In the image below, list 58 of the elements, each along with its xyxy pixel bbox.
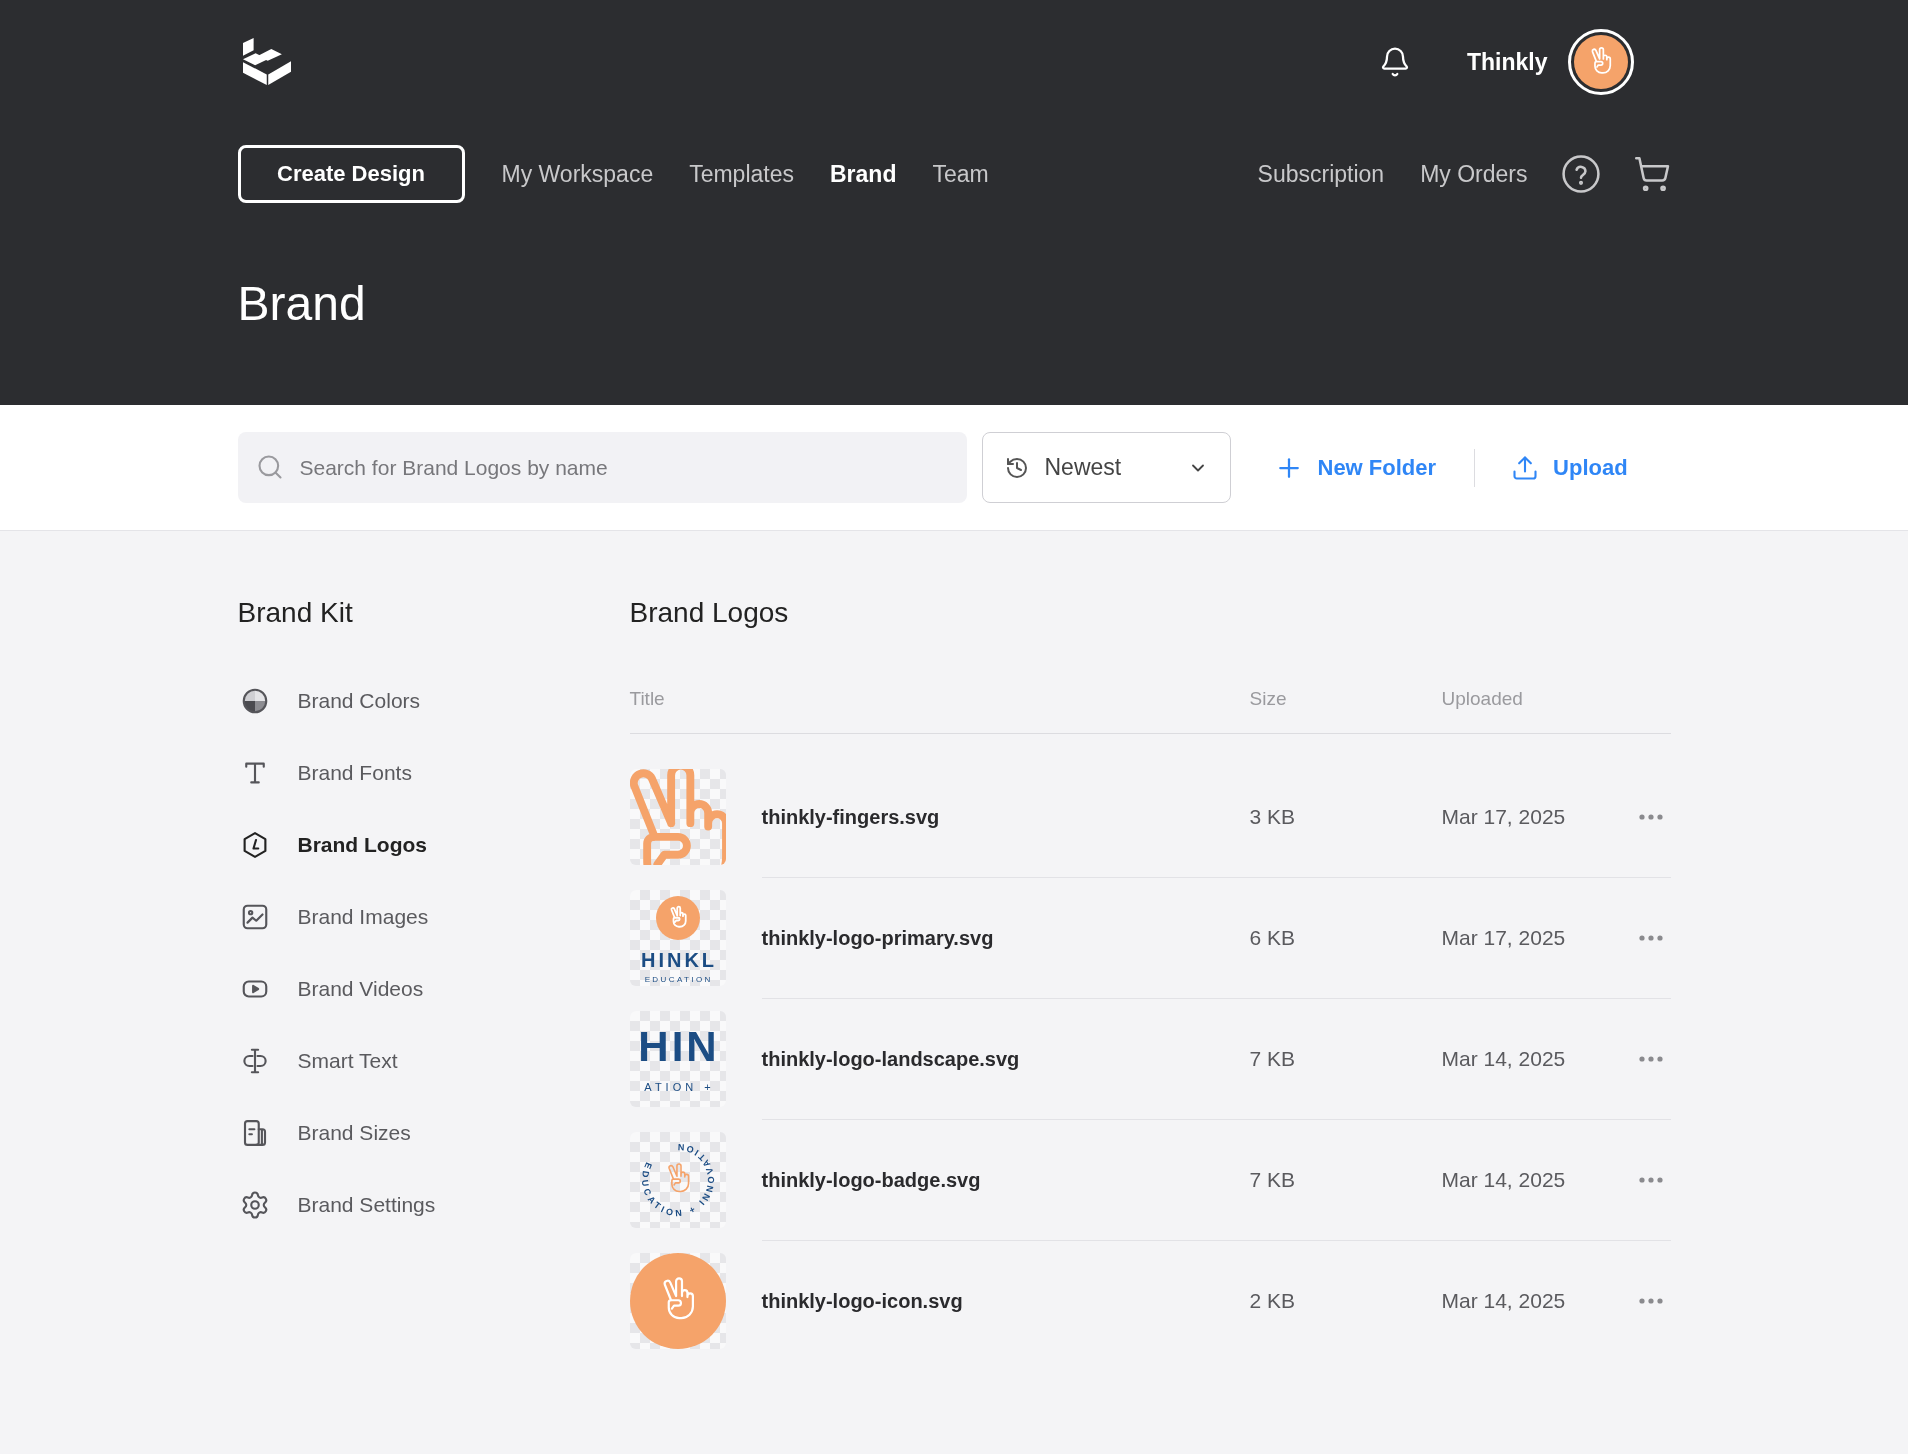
page-title: Brand (237, 276, 367, 332)
file-size: 6 KB (1249, 926, 1297, 950)
upload-date: Mar 14, 2025 (1441, 1047, 1567, 1071)
nav-link[interactable]: My Orders (1420, 160, 1528, 188)
more-icon (1638, 1177, 1663, 1183)
logo-wordmark: HIN (638, 1025, 720, 1068)
file-size: 3 KB (1249, 805, 1297, 829)
more-icon (1638, 814, 1663, 820)
sidebar-item[interactable]: Brand Settings (237, 1169, 630, 1241)
logo-tagline: ATION + (644, 1081, 715, 1093)
app-logo[interactable] (240, 38, 293, 86)
nav-link[interactable]: Templates (689, 160, 794, 188)
more-icon (1638, 1298, 1663, 1304)
user-avatar[interactable] (1567, 29, 1634, 95)
more-icon (1638, 1056, 1663, 1062)
file-name: thinkly-logo-landscape.svg (761, 1047, 1021, 1071)
file-name: thinkly-logo-primary.svg (761, 926, 995, 950)
sidebar-item[interactable]: Brand Fonts (237, 737, 630, 809)
help-icon[interactable] (1561, 155, 1600, 193)
nav-link[interactable]: My Workspace (501, 160, 654, 188)
nav-link[interactable]: Subscription (1257, 160, 1385, 188)
file-name: thinkly-logo-icon.svg (761, 1289, 964, 1313)
nav-link[interactable]: Brand (830, 160, 897, 188)
file-size: 7 KB (1249, 1047, 1297, 1071)
sidebar-title: Brand Kit (237, 596, 354, 630)
upload-date: Mar 17, 2025 (1441, 805, 1567, 829)
create-design-button[interactable]: Create Design (237, 145, 465, 203)
clock-icon (1004, 455, 1029, 480)
file-size: 2 KB (1249, 1289, 1297, 1313)
sidebar-item[interactable]: Brand Videos (237, 953, 630, 1025)
file-name: thinkly-fingers.svg (761, 805, 941, 829)
logo-tagline: EDUCATION (644, 976, 713, 984)
user-name: Thinkly (1467, 48, 1548, 76)
section-title: Brand Logos (629, 596, 790, 630)
upload-date: Mar 14, 2025 (1441, 1168, 1567, 1192)
sidebar-item[interactable]: Brand Logos (237, 809, 630, 881)
sidebar-item[interactable]: Brand Images (237, 881, 630, 953)
sidebar-item[interactable]: Brand Sizes (237, 1097, 630, 1169)
logo-wordmark: HINKL (640, 950, 718, 970)
upload-date: Mar 17, 2025 (1441, 926, 1567, 950)
more-icon (1638, 935, 1663, 941)
bell-icon[interactable] (1379, 46, 1411, 78)
search-icon (255, 453, 284, 481)
file-size: 7 KB (1249, 1168, 1297, 1192)
column-header: Size (1249, 688, 1288, 710)
search-field[interactable]: Search for Brand Logos by name (237, 432, 967, 503)
column-header: Title (629, 688, 666, 710)
peace-hand-icon (655, 896, 700, 940)
column-header: Uploaded (1441, 688, 1524, 710)
new-folder-button[interactable]: New Folder (1261, 441, 1449, 494)
nav-link[interactable]: Team (932, 160, 989, 188)
upload-button[interactable]: Upload (1499, 441, 1640, 494)
sort-dropdown[interactable]: Newest (981, 432, 1231, 503)
file-name: thinkly-logo-badge.svg (761, 1168, 982, 1192)
upload-date: Mar 14, 2025 (1441, 1289, 1567, 1313)
sidebar-item[interactable]: Brand Colors (237, 665, 630, 737)
sidebar-item[interactable]: Smart Text (237, 1025, 630, 1097)
cart-icon[interactable] (1632, 155, 1671, 193)
